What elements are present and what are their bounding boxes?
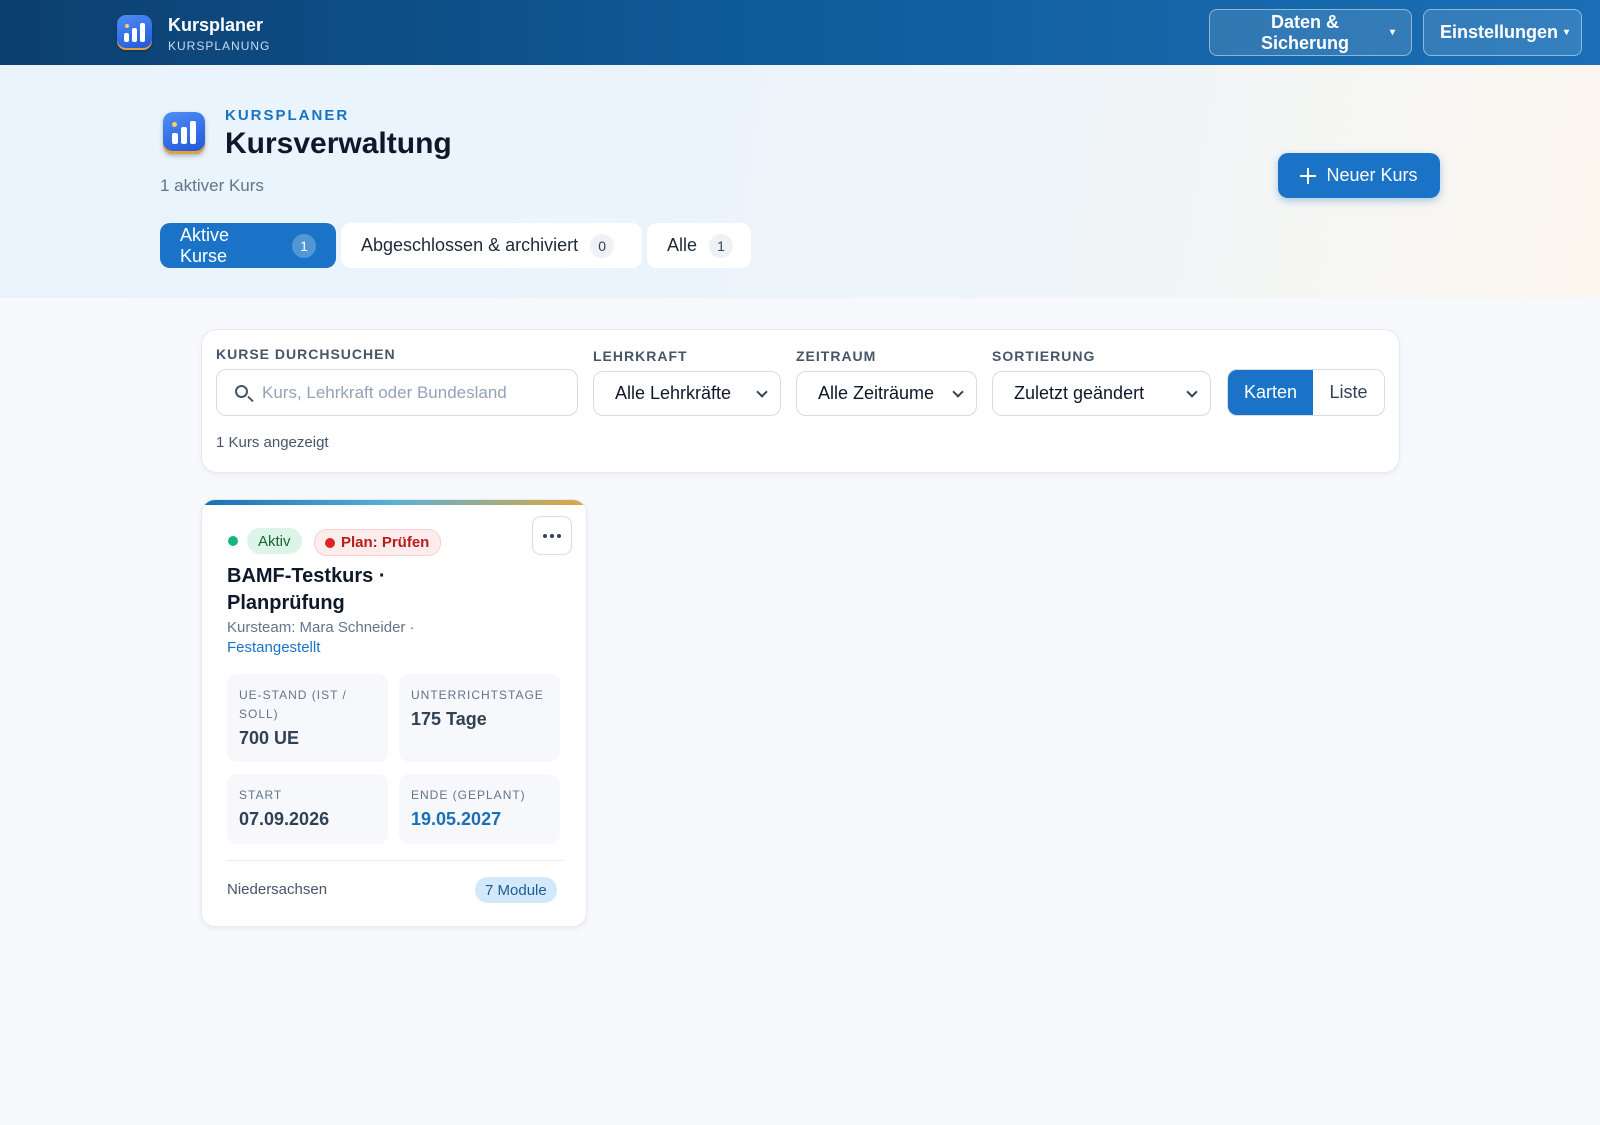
stat-value: 19.05.2027 [411, 809, 502, 829]
teacher-filter-label: LEHRKRAFT [593, 348, 688, 364]
stat-value: 07.09.2026 [239, 809, 330, 829]
period-select-value: Alle Zeiträume [818, 383, 935, 403]
stat-ue: UE-STAND (IST / SOLL) 700 UE [227, 674, 388, 762]
chevron-down-icon [1186, 386, 1198, 398]
status-dot [228, 536, 238, 546]
view-toggle: Karten Liste [1227, 369, 1385, 416]
bar-chart-icon [163, 112, 205, 154]
stat-value: 700 UE [239, 728, 300, 748]
sort-select[interactable]: Zuletzt geändert [992, 371, 1211, 416]
bar-chart-icon [117, 15, 152, 50]
view-cards-button[interactable]: Karten [1228, 370, 1313, 415]
data-backup-label: Daten & Sicherung [1260, 11, 1349, 53]
plus-icon [1300, 167, 1317, 184]
modules-badge: 7 Module [475, 877, 557, 903]
course-region: Niedersachsen [227, 881, 328, 898]
plan-status-label: Plan: Prüfen [341, 534, 430, 551]
settings-label: Einstellungen [1440, 22, 1559, 42]
stat-label: ENDE (GEPLANT) [411, 788, 526, 802]
more-options-button[interactable] [532, 516, 572, 555]
stat-label: UNTERRICHTSTAGE [411, 688, 544, 702]
page-title: Kursverwaltung [225, 127, 452, 160]
alert-dot-icon [325, 537, 335, 548]
tab-count: 1 [709, 233, 734, 258]
search-label: KURSE DURCHSUCHEN [216, 346, 396, 362]
course-title: BAMF-Testkurs · Planprüfung [227, 565, 386, 614]
period-filter-label: ZEITRAUM [796, 348, 877, 364]
status-badge: Aktiv [247, 528, 302, 554]
search-icon [235, 385, 248, 398]
card-accent-stripe [202, 500, 586, 505]
sort-label: SORTIERUNG [992, 348, 1096, 364]
tab-active-courses[interactable]: Aktive Kurse 1 [160, 223, 336, 268]
more-dots-icon [543, 533, 547, 538]
new-course-button[interactable]: Neuer Kurs [1278, 153, 1440, 198]
app-name: Kursplaner [168, 15, 264, 35]
tab-count: 0 [590, 233, 615, 258]
stat-label: START [239, 788, 283, 802]
top-bar: Kursplaner KURSPLANUNG Daten & Sicherung… [0, 0, 1600, 65]
data-backup-menu-button[interactable]: Daten & Sicherung ▾ [1209, 9, 1412, 56]
page-subtitle: 1 aktiver Kurs [160, 176, 264, 195]
app-subtitle: KURSPLANUNG [168, 39, 271, 53]
new-course-label: Neuer Kurs [1326, 165, 1418, 185]
tab-count: 1 [292, 233, 316, 258]
search-input[interactable] [262, 380, 562, 406]
course-team-role: Festangestellt [227, 639, 321, 656]
search-box[interactable] [216, 369, 578, 416]
caret-down-icon: ▾ [1389, 27, 1395, 38]
tab-label: Abgeschlossen & archiviert [361, 235, 579, 255]
page-eyebrow: KURSPLANER [225, 107, 350, 124]
tab-all[interactable]: Alle 1 [647, 223, 751, 268]
period-select[interactable]: Alle Zeiträume [796, 371, 977, 416]
stat-end: ENDE (GEPLANT) 19.05.2027 [399, 774, 560, 844]
card-divider [227, 860, 563, 861]
chevron-down-icon [952, 386, 964, 398]
stat-value: 175 Tage [411, 709, 487, 729]
tab-label: Aktive Kurse [180, 224, 230, 266]
course-card[interactable]: Aktiv Plan: Prüfen BAMF-Testkurs · Planp… [201, 499, 587, 927]
stat-start: START 07.09.2026 [227, 774, 388, 844]
plan-status-badge: Plan: Prüfen [314, 529, 442, 556]
course-team: Kursteam: Mara Schneider · [227, 619, 415, 636]
chevron-down-icon [756, 386, 768, 398]
stat-label: UE-STAND (IST / SOLL) [239, 688, 347, 721]
view-list-button[interactable]: Liste [1313, 370, 1384, 415]
sort-select-value: Zuletzt geändert [1014, 383, 1145, 403]
teacher-select-value: Alle Lehrkräfte [615, 383, 732, 403]
settings-menu-button[interactable]: Einstellungen ▾ [1423, 9, 1582, 56]
teacher-select[interactable]: Alle Lehrkräfte [593, 371, 781, 416]
tab-label: Alle [667, 235, 698, 255]
tab-completed-archived[interactable]: Abgeschlossen & archiviert 0 [341, 223, 642, 268]
caret-down-icon: ▾ [1564, 27, 1570, 38]
result-count: 1 Kurs angezeigt [216, 434, 329, 451]
stat-teaching-days: UNTERRICHTSTAGE 175 Tage [399, 674, 560, 762]
